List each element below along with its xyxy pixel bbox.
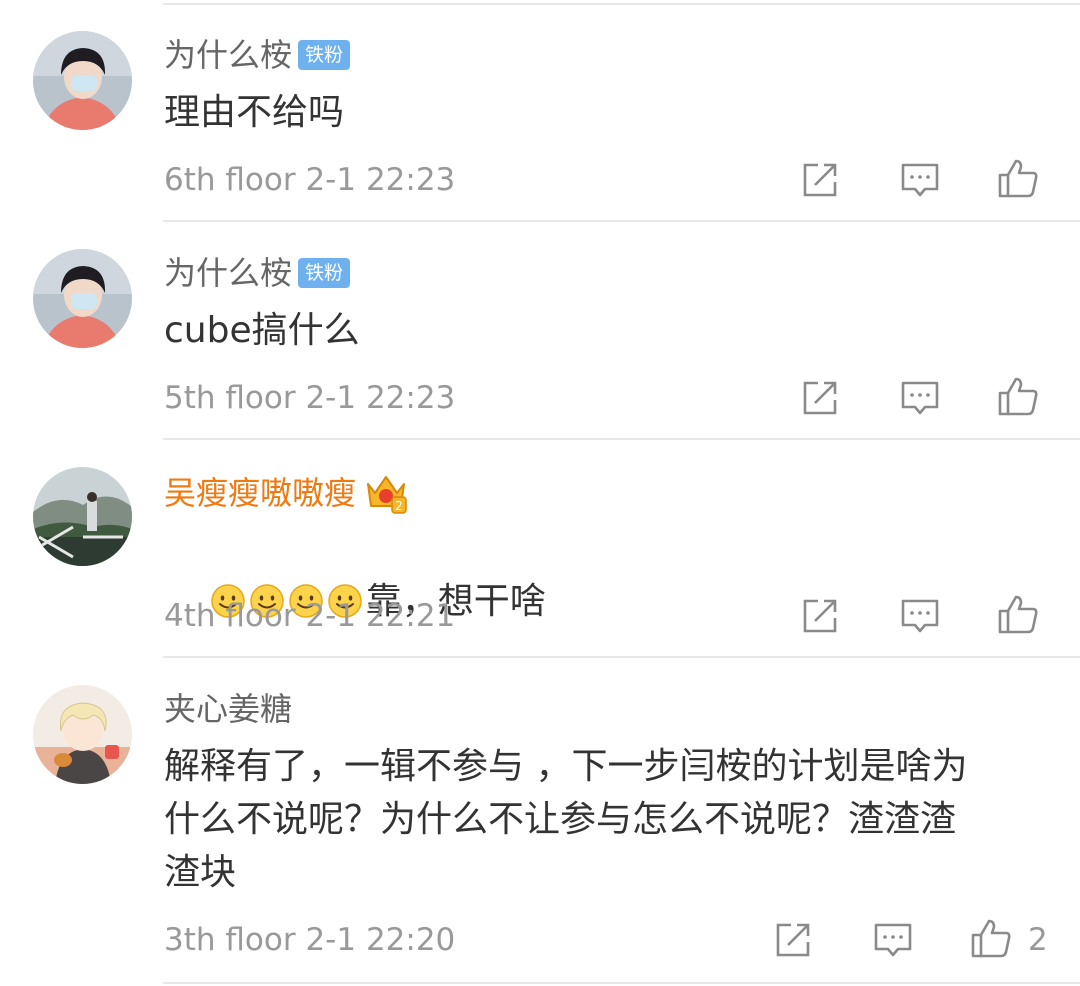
share-icon [776,923,810,957]
comment-time: 2-1 22:23 [305,380,456,416]
divider [163,438,1080,440]
like-icon [998,377,1038,416]
reply-button[interactable] [898,158,942,202]
username[interactable]: 吴瘦瘦嗷嗷瘦 2 [164,471,408,515]
user-avatar[interactable] [33,31,132,130]
fan-badge: 铁粉 [298,40,351,70]
comment-time: 2-1 22:20 [305,922,456,958]
username-text: 夹心姜糖 [164,690,293,728]
comment-text: 解释有了，一辑不参与 ，下一步闫桉的计划是啥为 什么不说呢？为什么不让参与怎么不… [164,746,968,893]
divider [163,656,1080,658]
comment-icon [901,381,939,415]
avatar-cartoon-blond-icon [33,685,132,784]
crown-level-2-icon: 2 [364,471,408,515]
comment-text: 理由不给吗 [164,92,345,133]
username-text: 吴瘦瘦嗷嗷瘦 [164,474,357,512]
username[interactable]: 为什么桉 铁粉 [164,35,351,75]
comment-meta: 4th floor 2-1 22:21 [164,596,455,636]
divider [163,3,1080,5]
like-icon [971,919,1011,958]
comment-meta: 6th floor 2-1 22:23 [164,160,455,200]
comment-time: 2-1 22:23 [305,162,456,198]
comment-meta: 5th floor 2-1 22:23 [164,378,455,418]
like-button[interactable] [996,374,1040,418]
comment-text: cube搞什么 [164,310,360,351]
reply-button[interactable] [898,376,942,420]
floor-label: 6th floor [164,162,296,198]
comment-icon [874,923,912,957]
username[interactable]: 夹心姜糖 [164,689,292,729]
share-button[interactable] [771,918,815,962]
username-text: 为什么桉 [164,36,293,74]
like-icon [998,159,1038,198]
username-text: 为什么桉 [164,254,293,292]
like-button[interactable] [996,592,1040,636]
comment-icon [901,599,939,633]
reply-button[interactable] [898,594,942,638]
avatar-masked-boy-icon [33,249,132,348]
share-button[interactable] [798,376,842,420]
divider [163,220,1080,222]
user-avatar[interactable] [33,685,132,784]
divider [163,982,1080,984]
comment-time: 2-1 22:21 [305,598,456,634]
comment-icon [901,163,939,197]
share-button[interactable] [798,594,842,638]
like-button[interactable] [996,156,1040,200]
like-icon [998,595,1038,634]
svg-text:2: 2 [395,499,403,513]
floor-label: 5th floor [164,380,296,416]
user-avatar[interactable] [33,249,132,348]
fan-badge: 铁粉 [298,258,351,288]
avatar-landscape-person-icon [33,467,132,566]
share-icon [803,381,837,415]
share-icon [803,163,837,197]
like-count: 2 [1028,922,1048,958]
like-button[interactable] [969,916,1013,960]
comment-meta: 3th floor 2-1 22:20 [164,920,455,960]
reply-button[interactable] [871,918,915,962]
avatar-masked-boy-icon [33,31,132,130]
share-icon [803,599,837,633]
floor-label: 3th floor [164,922,296,958]
share-button[interactable] [798,158,842,202]
user-avatar[interactable] [33,467,132,566]
username[interactable]: 为什么桉 铁粉 [164,253,351,293]
floor-label: 4th floor [164,598,296,634]
